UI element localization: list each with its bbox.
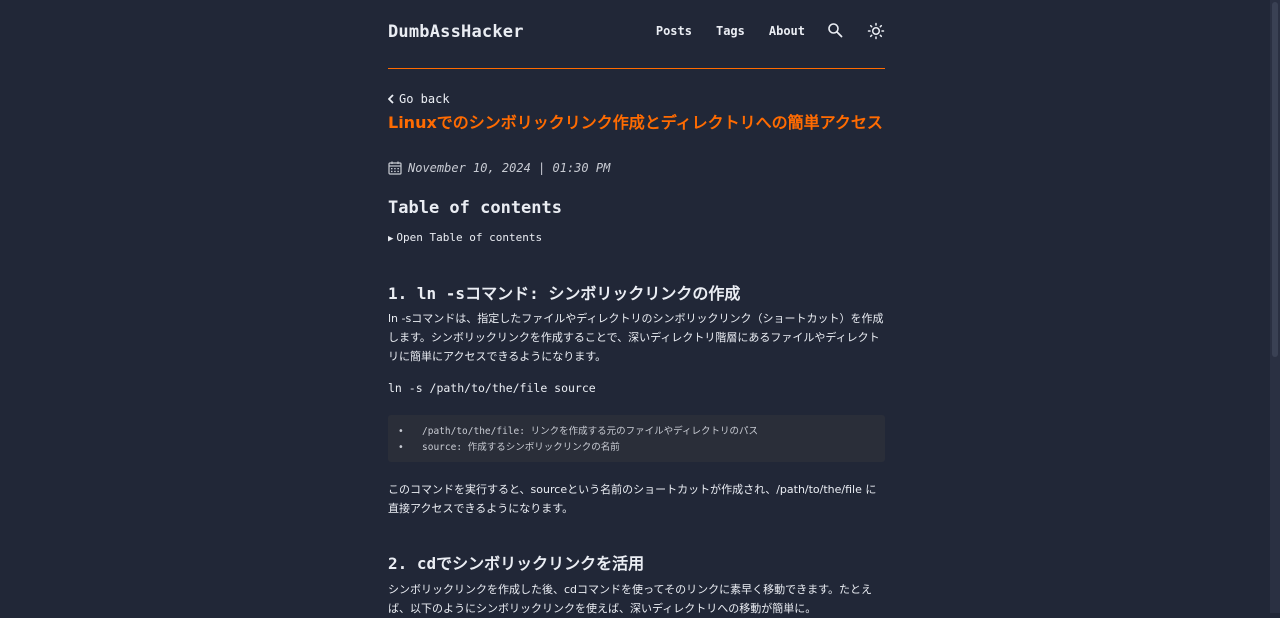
code-list-item: • source: 作成するシンボリックリンクの名前 bbox=[398, 442, 620, 453]
toc-toggle[interactable]: ▶ Open Table of contents bbox=[388, 231, 542, 244]
nav-tags[interactable]: Tags bbox=[716, 24, 745, 38]
theme-toggle-sun-icon[interactable] bbox=[867, 22, 885, 40]
search-icon[interactable] bbox=[827, 22, 845, 40]
site-logo[interactable]: DumbAssHacker bbox=[388, 22, 524, 42]
toc-toggle-label: Open Table of contents bbox=[396, 231, 543, 244]
post-title: Linuxでのシンボリックリンク作成とディレクトリへの簡単アクセス bbox=[388, 113, 883, 132]
command-line: ln -s /path/to/the/file source bbox=[388, 381, 596, 395]
scrollbar-thumb[interactable] bbox=[1272, 2, 1278, 357]
code-list-item: •/path/to/the/file: リンクを作成する元のファイルやディレクト… bbox=[398, 426, 759, 437]
section1-paragraph: ln -sコマンドは、指定したファイルやディレクトリのシンボリックリンク（ショー… bbox=[388, 312, 884, 363]
calendar-icon bbox=[388, 161, 402, 175]
nav-about[interactable]: About bbox=[769, 24, 805, 38]
post-date: November 10, 2024 | 01:30 PM bbox=[388, 161, 610, 175]
nav-posts[interactable]: Posts bbox=[656, 24, 692, 38]
page-container: DumbAssHacker Posts Tags About Go back L… bbox=[388, 0, 885, 615]
post-date-text: November 10, 2024 | 01:30 PM bbox=[408, 161, 611, 175]
code-block: •/path/to/the/file: リンクを作成する元のファイルやディレクト… bbox=[388, 415, 885, 462]
toc-heading: Table of contents bbox=[388, 198, 562, 218]
chevron-left-icon bbox=[388, 94, 394, 104]
section2-heading: 2. cdでシンボリックリンクを活用 bbox=[388, 554, 645, 573]
go-back-link[interactable]: Go back bbox=[388, 92, 450, 106]
section1-heading: 1. ln -sコマンド: シンボリックリンクの作成 bbox=[388, 284, 741, 303]
site-header: DumbAssHacker Posts Tags About bbox=[388, 0, 885, 69]
main-nav: Posts Tags About bbox=[656, 22, 885, 40]
section1-paragraph-2: このコマンドを実行すると、sourceという名前のショートカットが作成され、/p… bbox=[388, 483, 877, 515]
scrollbar[interactable] bbox=[1270, 0, 1280, 613]
disclosure-triangle-icon: ▶ bbox=[388, 234, 394, 244]
section2-paragraph: シンボリックリンクを作成した後、cdコマンドを使ってそのリンクに素早く移動できま… bbox=[388, 583, 873, 615]
go-back-label: Go back bbox=[399, 92, 450, 106]
